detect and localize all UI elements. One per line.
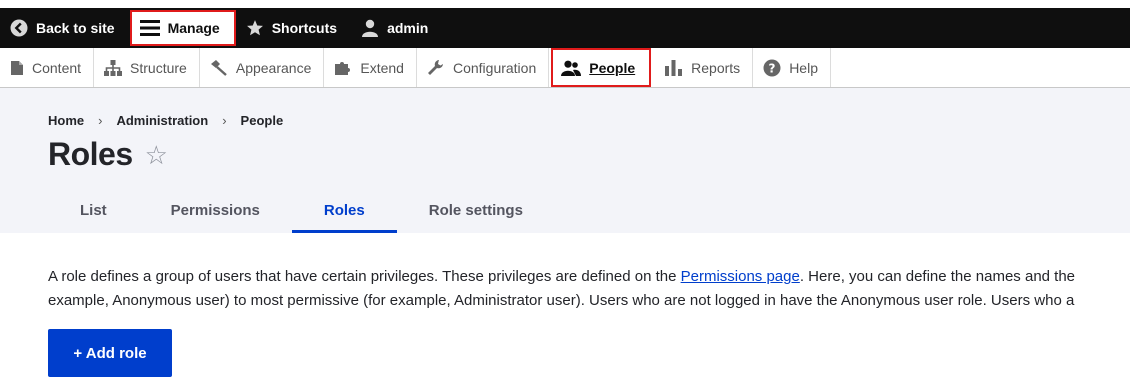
tray-item-extend[interactable]: Extend <box>324 48 417 87</box>
title-row: Roles ☆ <box>48 136 168 173</box>
shortcuts-label: Shortcuts <box>271 20 338 36</box>
breadcrumb-administration[interactable]: Administration <box>116 113 208 128</box>
breadcrumb: Home › Administration › People <box>48 113 283 128</box>
admin-tray: Content Structure Appearance Extend Conf… <box>0 48 1130 88</box>
tray-item-reports[interactable]: Reports <box>655 48 754 87</box>
tab-role-settings[interactable]: Role settings <box>397 196 555 233</box>
star-icon <box>246 19 264 37</box>
wrench-icon <box>427 59 445 76</box>
tab-list[interactable]: List <box>48 196 139 233</box>
appearance-icon <box>210 59 228 76</box>
reports-icon <box>665 59 683 76</box>
description-text: . Here, you can define the names and the <box>799 268 1076 285</box>
favorite-star-icon[interactable]: ☆ <box>145 142 168 168</box>
tray-item-people[interactable]: People <box>551 48 652 87</box>
description-line-2: example, Anonymous user) to most permiss… <box>48 292 1075 309</box>
structure-icon <box>104 59 123 76</box>
tray-item-label: Structure <box>130 59 187 76</box>
help-icon: ? <box>763 59 781 77</box>
top-strip <box>0 0 1130 8</box>
people-icon <box>561 60 582 76</box>
page-header: Home › Administration › People Roles ☆ L… <box>0 88 1130 233</box>
tray-item-label: Appearance <box>235 59 312 76</box>
description-text: A role defines a group of users that hav… <box>48 268 681 285</box>
tab-permissions[interactable]: Permissions <box>139 196 292 233</box>
tray-item-structure[interactable]: Structure <box>94 48 200 87</box>
tray-item-appearance[interactable]: Appearance <box>200 48 325 87</box>
description-line-1: A role defines a group of users that hav… <box>48 265 1130 289</box>
back-to-site-label: Back to site <box>36 20 115 36</box>
hamburger-icon <box>139 19 160 37</box>
shortcuts-button[interactable]: Shortcuts <box>236 8 351 48</box>
breadcrumb-people[interactable]: People <box>241 113 284 128</box>
content-icon <box>10 60 24 76</box>
svg-text:?: ? <box>769 61 776 75</box>
tray-item-configuration[interactable]: Configuration <box>417 48 550 87</box>
tray-item-label: Configuration <box>452 59 537 76</box>
page-title: Roles <box>48 136 133 172</box>
tray-item-label: People <box>589 59 636 76</box>
user-icon <box>361 19 379 37</box>
admin-toolbar: Back to site Manage Shortcuts admin <box>0 8 1130 48</box>
breadcrumb-separator: › <box>222 113 227 128</box>
tab-roles[interactable]: Roles <box>291 196 397 233</box>
user-button[interactable]: admin <box>351 8 442 48</box>
roles-description: A role defines a group of users that hav… <box>48 265 1130 313</box>
back-arrow-icon <box>10 19 28 37</box>
add-role-button[interactable]: + Add role <box>48 329 172 377</box>
tray-item-help[interactable]: ? Help <box>753 48 831 87</box>
extend-icon <box>334 60 352 76</box>
primary-tabs: List Permissions Roles Role settings <box>48 196 555 233</box>
breadcrumb-home[interactable]: Home <box>48 113 84 128</box>
tray-item-content[interactable]: Content <box>0 48 95 87</box>
back-to-site-link[interactable]: Back to site <box>0 8 129 48</box>
tray-item-label: Reports <box>691 59 741 76</box>
permissions-page-link[interactable]: Permissions page <box>681 268 800 285</box>
tray-item-label: Content <box>32 59 82 76</box>
manage-label: Manage <box>167 20 220 36</box>
breadcrumb-separator: › <box>98 113 103 128</box>
manage-button[interactable]: Manage <box>129 10 236 46</box>
user-label: admin <box>387 20 429 36</box>
tray-item-label: Help <box>789 59 818 76</box>
tray-item-label: Extend <box>360 59 404 76</box>
